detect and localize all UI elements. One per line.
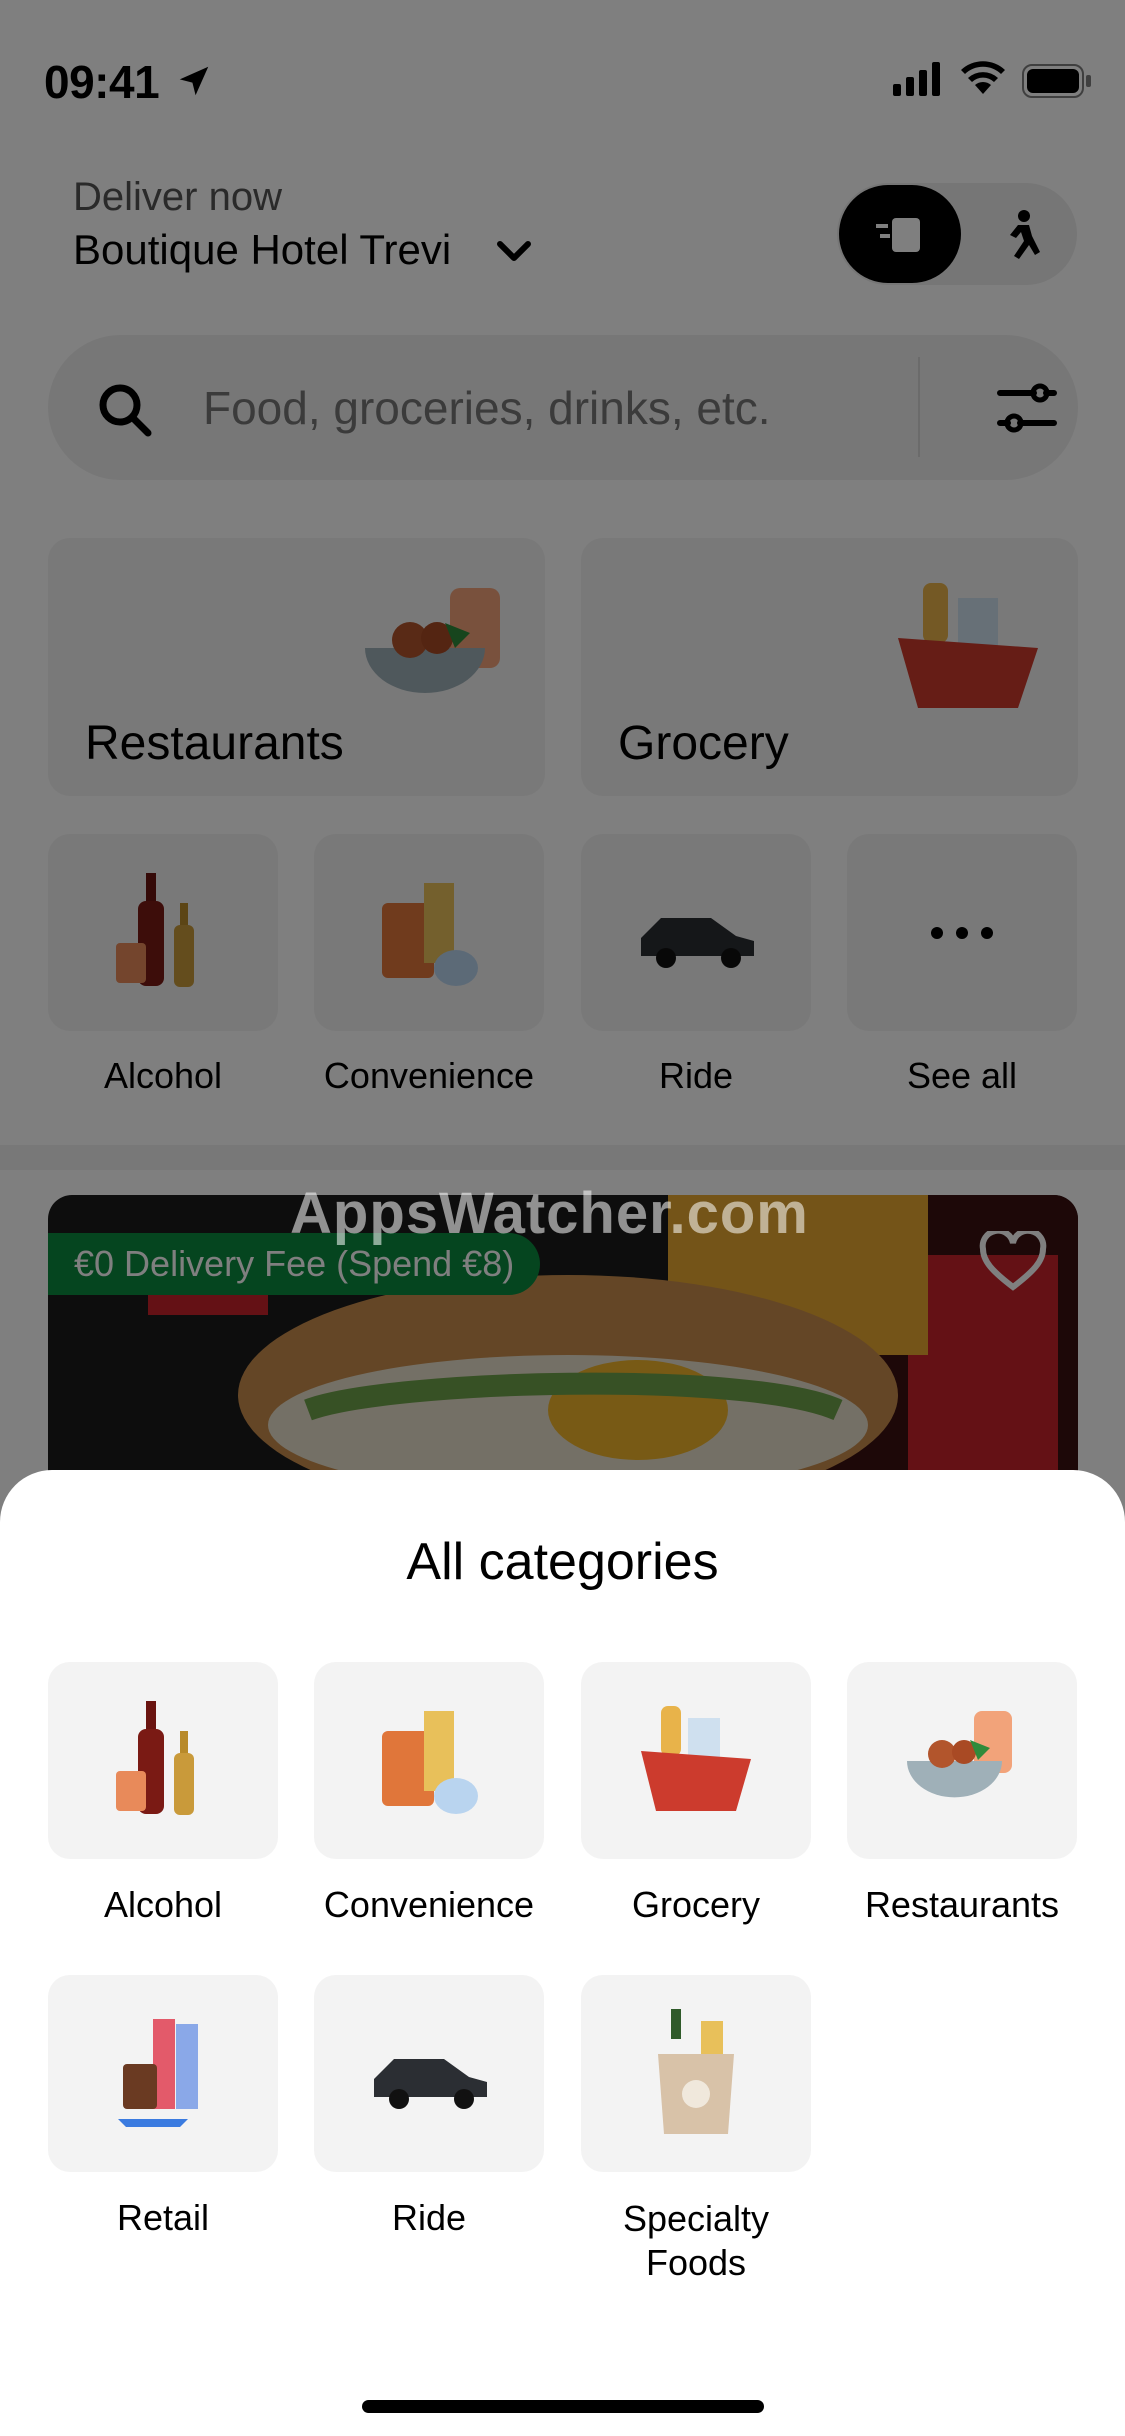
category-label: Specialty Foods xyxy=(622,2198,770,2283)
restaurant-bowl-icon xyxy=(907,1710,1012,1797)
category-label: Grocery xyxy=(631,1884,761,1925)
category-tile-ride[interactable] xyxy=(314,1975,544,2172)
convenience-bag-icon xyxy=(382,1710,478,1814)
grocery-basket-icon xyxy=(641,1705,751,1811)
category-tile-specialty-foods[interactable] xyxy=(581,1975,811,2172)
category-tile-retail[interactable] xyxy=(48,1975,278,2172)
category-tile-grocery[interactable] xyxy=(581,1662,811,1859)
category-label: Ride xyxy=(391,2197,467,2238)
alcohol-bottles-icon xyxy=(116,1700,194,1815)
category-label: Alcohol xyxy=(103,1884,223,1925)
retail-books-icon xyxy=(118,2018,198,2127)
watermark: AppsWatcher.com xyxy=(290,1181,809,1246)
category-tile-alcohol[interactable] xyxy=(48,1662,278,1859)
specialty-foods-bag-icon xyxy=(658,2008,734,2134)
category-label: Convenience xyxy=(323,1884,535,1925)
category-tile-restaurants[interactable] xyxy=(847,1662,1077,1859)
category-label: Restaurants xyxy=(864,1884,1060,1925)
category-tile-convenience[interactable] xyxy=(314,1662,544,1859)
all-categories-sheet: All categories Alcohol Convenience Groce… xyxy=(0,1470,1125,2436)
home-indicator[interactable] xyxy=(362,2400,764,2413)
category-label: Retail xyxy=(116,2197,210,2238)
sheet-title: All categories xyxy=(406,1533,719,1591)
car-icon xyxy=(374,2058,487,2109)
